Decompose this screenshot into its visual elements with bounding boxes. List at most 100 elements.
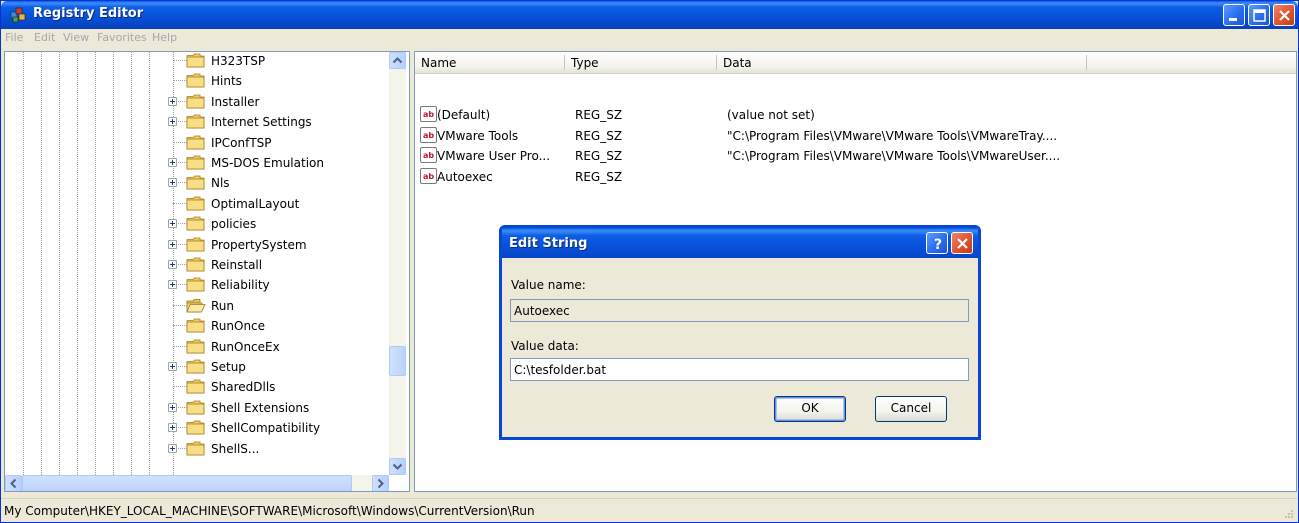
- scroll-up-button[interactable]: [389, 52, 406, 69]
- maximize-button[interactable]: [1248, 4, 1270, 26]
- expand-icon[interactable]: [168, 97, 177, 106]
- tree-connector: [173, 142, 187, 143]
- column-header-name[interactable]: Name: [415, 52, 565, 74]
- expand-icon[interactable]: [168, 362, 177, 371]
- tree-item[interactable]: RunOnceEx: [5, 337, 385, 357]
- status-bar: My Computer\HKEY_LOCAL_MACHINE\SOFTWARE\…: [1, 498, 1298, 522]
- tree-item-label: Run: [211, 299, 235, 313]
- expand-icon[interactable]: [168, 423, 177, 432]
- value-row[interactable]: ab Autoexec REG_SZ: [415, 167, 1295, 187]
- value-row[interactable]: ab (Default) REG_SZ (value not set): [415, 105, 1295, 125]
- scroll-thumb[interactable]: [389, 346, 406, 376]
- tree-item[interactable]: Setup: [5, 357, 385, 377]
- tree-connector: [173, 305, 187, 306]
- expand-icon[interactable]: [168, 178, 177, 187]
- svg-text:ab: ab: [423, 151, 434, 160]
- tree-item[interactable]: Hints: [5, 71, 385, 91]
- svg-text:ab: ab: [423, 110, 434, 119]
- string-value-icon: ab: [420, 106, 437, 122]
- folder-icon: [186, 196, 206, 211]
- folder-icon: [186, 53, 206, 68]
- tree-item[interactable]: RunOnce: [5, 316, 385, 336]
- tree-item[interactable]: ShellS...: [5, 439, 385, 459]
- status-path: My Computer\HKEY_LOCAL_MACHINE\SOFTWARE\…: [4, 504, 535, 518]
- tree-item[interactable]: SharedDlls: [5, 377, 385, 397]
- scroll-thumb-horizontal[interactable]: [22, 475, 352, 491]
- scroll-down-button[interactable]: [389, 458, 406, 475]
- menu-help[interactable]: Help: [152, 31, 177, 44]
- svg-text:ab: ab: [423, 172, 434, 181]
- tree-item-label: MS-DOS Emulation: [211, 156, 324, 170]
- menu-view[interactable]: View: [63, 31, 89, 44]
- tree-item[interactable]: OptimalLayout: [5, 194, 385, 214]
- expand-icon[interactable]: [168, 158, 177, 167]
- registry-editor-window: Registry Editor File Edit View Favorites…: [0, 0, 1299, 523]
- scroll-right-button[interactable]: [372, 475, 389, 491]
- tree-item-label: OptimalLayout: [211, 197, 300, 211]
- tree-item[interactable]: Reliability: [5, 275, 385, 295]
- menu-favorites[interactable]: Favorites: [97, 31, 147, 44]
- tree-connector: [173, 386, 187, 387]
- expand-icon[interactable]: [168, 219, 177, 228]
- tree-item[interactable]: PropertySystem: [5, 235, 385, 255]
- close-icon: [957, 238, 968, 249]
- dialog-title-bar[interactable]: Edit String ?: [502, 228, 978, 258]
- value-name-field: Autoexec: [510, 299, 969, 322]
- ok-button[interactable]: OK: [774, 396, 846, 422]
- tree-horizontal-scrollbar[interactable]: [5, 475, 389, 491]
- help-icon: ?: [934, 237, 942, 253]
- dialog-close-button[interactable]: [951, 232, 973, 254]
- tree-item[interactable]: IPConfTSP: [5, 133, 385, 153]
- dialog-title: Edit String: [509, 236, 588, 251]
- tree-item[interactable]: Nls: [5, 173, 385, 193]
- expand-icon[interactable]: [168, 403, 177, 412]
- key-tree-pane[interactable]: H323TSP Hints Installer Internet Settings IP…: [4, 51, 410, 492]
- minimize-button[interactable]: [1223, 4, 1245, 26]
- expand-icon[interactable]: [168, 240, 177, 249]
- tree-item[interactable]: Run: [5, 296, 385, 316]
- folder-icon: [186, 420, 206, 435]
- column-header-type[interactable]: Type: [565, 52, 717, 74]
- tree-connector: [173, 60, 187, 61]
- tree-item-label: ShellCompatibility: [211, 421, 321, 435]
- value-row[interactable]: ab VMware User Pro... REG_SZ "C:\Program Fi…: [415, 146, 1295, 166]
- value-data-input[interactable]: C:\tesfolder.bat: [510, 358, 969, 381]
- value-row[interactable]: ab VMware Tools REG_SZ "C:\Program Files\VM…: [415, 126, 1295, 146]
- menu-edit[interactable]: Edit: [34, 31, 55, 44]
- column-header-type-label: Type: [571, 56, 599, 70]
- tree-item[interactable]: Internet Settings: [5, 112, 385, 132]
- expand-icon[interactable]: [168, 260, 177, 269]
- expand-icon[interactable]: [168, 444, 177, 453]
- tree-item-label: PropertySystem: [211, 238, 307, 252]
- tree-item[interactable]: ShellCompatibility: [5, 418, 385, 438]
- expand-icon[interactable]: [168, 280, 177, 289]
- tree-item[interactable]: Shell Extensions: [5, 398, 385, 418]
- folder-icon: [186, 359, 206, 374]
- cancel-button[interactable]: Cancel: [875, 396, 947, 422]
- folder-icon: [186, 175, 206, 190]
- value-name-label: Value name:: [511, 278, 586, 292]
- value-type-cell: REG_SZ: [575, 149, 623, 163]
- menu-bar: File Edit View Favorites Help: [1, 30, 1298, 47]
- scroll-left-button[interactable]: [5, 475, 22, 491]
- folder-icon: [186, 441, 206, 456]
- tree-item-label: ShellS...: [211, 442, 260, 456]
- tree-connector: [173, 346, 187, 347]
- close-button[interactable]: [1273, 4, 1295, 26]
- help-button[interactable]: ?: [926, 232, 948, 254]
- menu-file[interactable]: File: [5, 31, 23, 44]
- folder-icon: [186, 318, 206, 333]
- resize-grip-icon[interactable]: [1282, 507, 1294, 519]
- expand-icon[interactable]: [168, 117, 177, 126]
- tree-item[interactable]: policies: [5, 214, 385, 234]
- title-bar[interactable]: Registry Editor: [1, 1, 1298, 29]
- tree-item[interactable]: Reinstall: [5, 255, 385, 275]
- svg-text:ab: ab: [423, 131, 434, 140]
- tree-item[interactable]: H323TSP: [5, 52, 385, 71]
- tree-vertical-scrollbar[interactable]: [389, 52, 406, 475]
- edit-string-dialog: Edit String ? Value name: Autoexec Value…: [499, 225, 981, 440]
- tree-item[interactable]: MS-DOS Emulation: [5, 153, 385, 173]
- column-header-data[interactable]: Data: [717, 52, 1087, 74]
- tree-item-label: RunOnceEx: [211, 340, 280, 354]
- tree-item[interactable]: Installer: [5, 92, 385, 112]
